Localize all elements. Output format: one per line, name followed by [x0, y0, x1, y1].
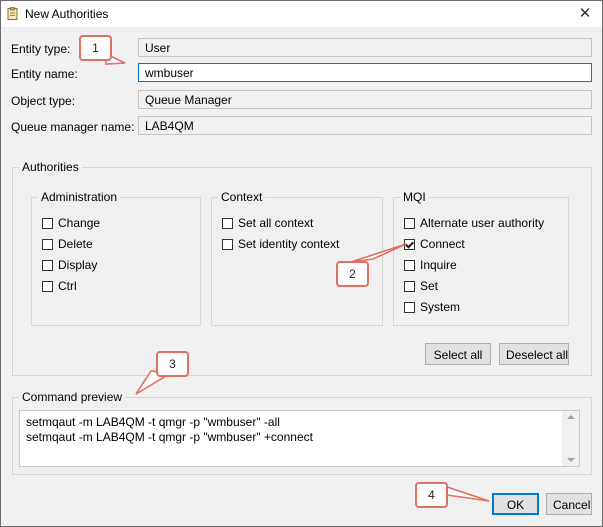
callout-1: 1 [79, 35, 112, 61]
callout-2: 2 [336, 261, 369, 287]
callout-4: 4 [415, 482, 448, 508]
callout-3: 3 [156, 351, 189, 377]
callout-connectors [105, 52, 490, 502]
new-authorities-dialog: New Authorities ✕ Entity type: User Enti… [0, 0, 603, 527]
